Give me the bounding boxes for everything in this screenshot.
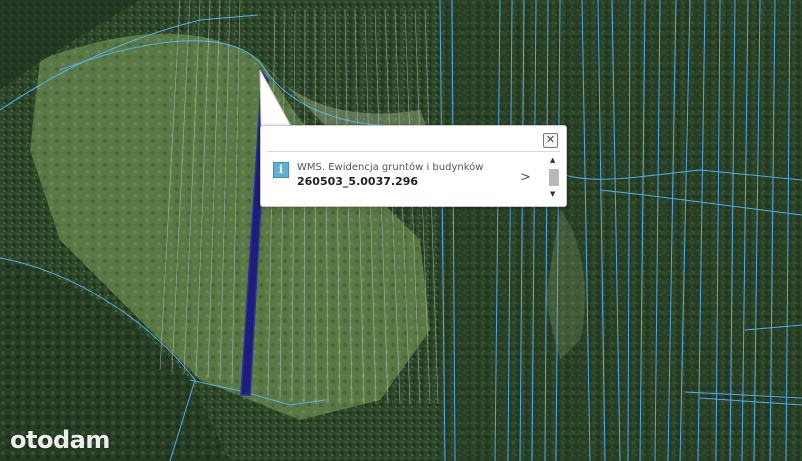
info-icon: i <box>273 162 289 178</box>
scroll-thumb[interactable] <box>549 169 559 186</box>
map-view[interactable]: ✕ i WMS. Ewidencja gruntów i budynków 26… <box>0 0 802 461</box>
popup-pointer <box>259 70 292 127</box>
layer-name: WMS. Ewidencja gruntów i budynków <box>297 162 484 173</box>
scroll-down-icon[interactable]: ▼ <box>550 190 555 198</box>
parcel-id: 260503_5.0037.296 <box>297 175 419 188</box>
close-button[interactable]: ✕ <box>543 133 558 148</box>
feature-info-popup: ✕ i WMS. Ewidencja gruntów i budynków 26… <box>260 125 567 207</box>
chevron-right-icon[interactable]: > <box>520 170 531 185</box>
popup-scrollbar[interactable]: ▲ ▼ <box>548 156 560 200</box>
watermark-logo: otodam <box>10 426 110 454</box>
satellite-imagery <box>0 0 802 461</box>
popup-divider <box>267 151 560 152</box>
scroll-up-icon[interactable]: ▲ <box>550 156 555 164</box>
